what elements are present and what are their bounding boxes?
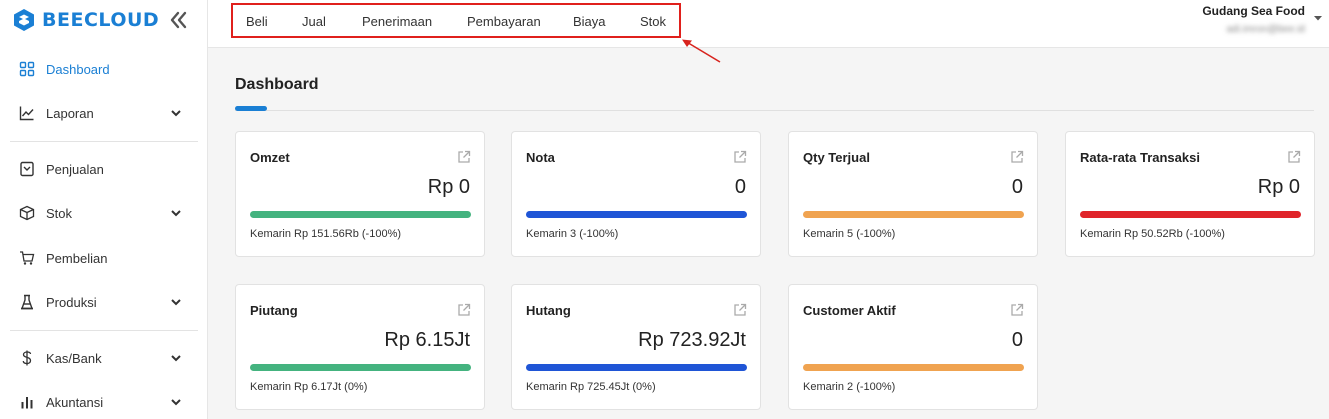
menu-link-pembayaran[interactable]: Pembayaran (467, 14, 541, 29)
sidebar-item-dashboard[interactable]: Dashboard (0, 49, 208, 89)
card-title: Omzet (250, 150, 290, 165)
sidebar-item-label: Produksi (46, 294, 97, 310)
card-progress-bar (1080, 211, 1301, 218)
external-link-icon[interactable] (733, 150, 747, 164)
chart-line-icon (19, 106, 34, 121)
chevron-down-icon (171, 210, 181, 217)
sidebar-item-stok[interactable]: Stok (0, 193, 208, 233)
card-value: 0 (734, 176, 746, 198)
card-value: 0 (1011, 176, 1023, 198)
cart-icon (20, 251, 35, 265)
menu-link-jual[interactable]: Jual (302, 14, 326, 29)
title-divider (235, 110, 1314, 111)
sidebar-item-label: Laporan (46, 105, 94, 121)
bar-chart-icon (21, 397, 33, 409)
sidebar-item-label: Penjualan (46, 161, 104, 177)
stat-card-hutang: Hutang Rp 723.92Jt Kemarin Rp 725.45Jt (… (511, 284, 761, 410)
sidebar-item-label: Kas/Bank (46, 350, 102, 366)
factory-icon (21, 294, 33, 310)
sidebar-item-penjualan[interactable]: Penjualan (0, 149, 208, 189)
company-name[interactable]: Gudang Sea Food (1202, 4, 1305, 18)
card-title: Piutang (250, 303, 298, 318)
collapse-sidebar-icon[interactable] (168, 10, 190, 30)
card-progress-bar (526, 211, 747, 218)
quick-menu-highlight-box: Beli Jual Penerimaan Pembayaran Biaya St… (231, 3, 681, 38)
menu-link-beli[interactable]: Beli (246, 14, 268, 29)
card-comparison-note: Kemarin Rp 725.45Jt (0%) (526, 381, 656, 393)
card-comparison-note: Kemarin 5 (-100%) (803, 228, 896, 240)
sidebar-item-label: Stok (46, 205, 73, 221)
sidebar-item-label: Pembelian (46, 250, 108, 266)
external-link-icon[interactable] (457, 303, 471, 317)
external-link-icon[interactable] (1010, 150, 1024, 164)
sidebar-divider (10, 141, 198, 142)
menu-link-penerimaan[interactable]: Penerimaan (362, 14, 432, 29)
external-link-icon[interactable] (1010, 303, 1024, 317)
card-comparison-note: Kemarin 3 (-100%) (526, 228, 619, 240)
page-title: Dashboard (235, 76, 319, 93)
card-value: 0 (1011, 329, 1023, 351)
external-link-icon[interactable] (1287, 150, 1301, 164)
sidebar-item-label: Akuntansi (46, 394, 104, 410)
card-progress-bar (526, 364, 747, 371)
external-link-icon[interactable] (457, 150, 471, 164)
card-title: Customer Aktif (803, 303, 896, 318)
stat-card-omzet: Omzet Rp 0 Kemarin Rp 151.56Rb (-100%) (235, 131, 485, 257)
card-title: Nota (526, 150, 555, 165)
sidebar-divider (10, 330, 198, 331)
card-comparison-note: Kemarin Rp 6.17Jt (0%) (250, 381, 368, 393)
user-email: adi.imron@bee.id (1226, 24, 1305, 35)
card-progress-bar (803, 211, 1024, 218)
external-link-icon[interactable] (733, 303, 747, 317)
receipt-icon (20, 161, 34, 177)
card-value: Rp 0 (1257, 176, 1300, 198)
chevron-down-icon (171, 355, 181, 362)
sidebar: BEECLOUD Dashboard Laporan Penjualan Sto… (0, 0, 208, 419)
sidebar-item-label: Dashboard (46, 61, 110, 77)
chevron-down-icon (171, 299, 181, 306)
card-comparison-note: Kemarin Rp 151.56Rb (-100%) (250, 228, 402, 240)
card-title: Hutang (526, 303, 571, 318)
annotation-arrow-icon (682, 39, 721, 63)
chevron-down-icon (171, 110, 181, 117)
stat-card-customer-aktif: Customer Aktif 0 Kemarin 2 (-100%) (788, 284, 1038, 410)
logo[interactable]: BEECLOUD (12, 8, 159, 32)
sidebar-item-pembelian[interactable]: Pembelian (0, 238, 208, 278)
stat-card-rata-rata-transaksi: Rata-rata Transaksi Rp 0 Kemarin Rp 50.5… (1065, 131, 1315, 257)
menu-link-stok[interactable]: Stok (640, 14, 666, 29)
title-underline-accent (235, 106, 267, 111)
card-title: Rata-rata Transaksi (1080, 150, 1200, 165)
box-icon (19, 205, 35, 221)
card-value: Rp 0 (427, 176, 470, 198)
card-value: Rp 723.92Jt (638, 329, 746, 351)
sidebar-item-produksi[interactable]: Produksi (0, 282, 208, 322)
sidebar-item-akuntansi[interactable]: Akuntansi (0, 382, 208, 419)
sidebar-item-laporan[interactable]: Laporan (0, 93, 208, 133)
card-progress-bar (803, 364, 1024, 371)
card-comparison-note: Kemarin 2 (-100%) (803, 381, 896, 393)
sidebar-item-kas-bank[interactable]: Kas/Bank (0, 338, 208, 378)
stat-card-nota: Nota 0 Kemarin 3 (-100%) (511, 131, 761, 257)
menu-link-biaya[interactable]: Biaya (573, 14, 606, 29)
caret-down-icon[interactable] (1313, 14, 1323, 22)
stat-card-qty-terjual: Qty Terjual 0 Kemarin 5 (-100%) (788, 131, 1038, 257)
card-comparison-note: Kemarin Rp 50.52Rb (-100%) (1080, 228, 1225, 240)
logo-text: BEECLOUD (42, 9, 160, 31)
card-title: Qty Terjual (803, 150, 870, 165)
card-progress-bar (250, 211, 471, 218)
top-bar: Beli Jual Penerimaan Pembayaran Biaya St… (208, 0, 1329, 48)
dollar-icon (22, 350, 32, 366)
card-value: Rp 6.15Jt (384, 329, 470, 351)
dashboard-grid-icon (19, 61, 35, 77)
stat-card-piutang: Piutang Rp 6.15Jt Kemarin Rp 6.17Jt (0%) (235, 284, 485, 410)
beecloud-logo-icon (14, 9, 34, 31)
card-progress-bar (250, 364, 471, 371)
chevron-down-icon (171, 399, 181, 406)
